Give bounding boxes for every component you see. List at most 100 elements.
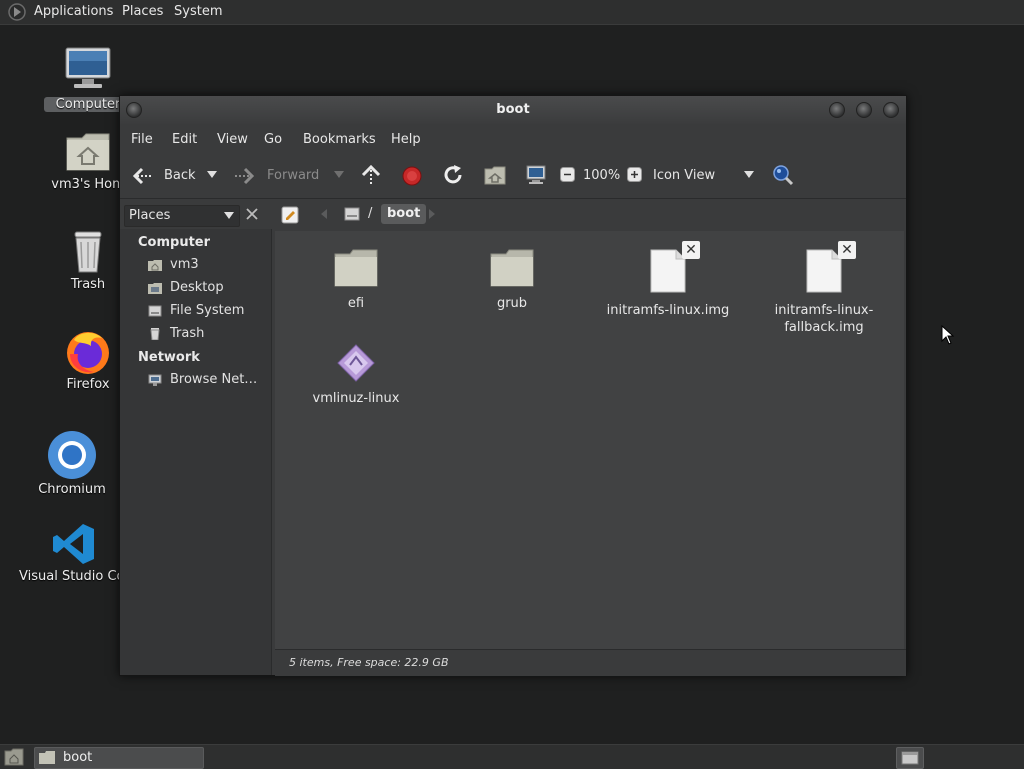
zoom-out-icon[interactable]	[560, 167, 575, 182]
workspace-switcher[interactable]	[896, 747, 924, 769]
back-arrow-icon[interactable]	[132, 166, 154, 186]
menubar: File Edit View Go Bookmarks Help	[120, 124, 906, 154]
reload-icon[interactable]	[442, 164, 464, 186]
stop-icon[interactable]	[401, 165, 423, 187]
file-item-vmlinuz-linux[interactable]: vmlinuz-linux	[286, 343, 426, 413]
desktop-icon-vscode[interactable]: Visual Studio Coc	[19, 520, 129, 586]
show-desktop-icon[interactable]	[4, 748, 24, 766]
window-titlebar[interactable]: boot	[120, 96, 906, 124]
chevron-down-icon	[224, 212, 234, 219]
top-panel: Applications Places System	[0, 0, 1024, 25]
menu-go[interactable]: Go	[264, 132, 282, 147]
taskbar-item-label: boot	[63, 750, 93, 765]
edit-location-icon[interactable]	[281, 206, 299, 224]
close-side-pane-icon[interactable]	[246, 208, 258, 220]
file-name: vmlinuz-linux	[312, 391, 400, 406]
places-sidebar: Computer vm3 Desktop File System Trash N…	[120, 229, 272, 675]
side-pane-selector-label: Places	[129, 208, 171, 223]
file-item-grub[interactable]: grub	[442, 249, 582, 319]
file-manager-window: boot File Edit View Go Bookmarks Help Ba…	[119, 95, 907, 676]
side-pane-selector[interactable]: Places	[124, 205, 240, 227]
minimize-button[interactable]	[829, 102, 845, 118]
path-crumb-current[interactable]: boot	[381, 204, 427, 224]
path-scroll-right-icon[interactable]	[428, 209, 436, 219]
sidebar-item-desktop[interactable]: Desktop	[148, 279, 272, 299]
status-text: 5 items, Free space: 22.9 GB	[289, 656, 449, 669]
file-name: efi	[347, 296, 365, 311]
file-item-initramfs-linux-fallback[interactable]: ✕ initramfs-linux- fallback.img	[754, 239, 894, 337]
computer-icon[interactable]	[525, 164, 547, 186]
file-name: initramfs-linux.img	[606, 303, 730, 318]
sidebar-item-vm3[interactable]: vm3	[148, 256, 272, 276]
document-icon	[806, 249, 842, 293]
home-folder-icon	[148, 260, 162, 271]
menu-edit[interactable]: Edit	[172, 132, 197, 147]
unreadable-emblem-icon: ✕	[682, 241, 700, 259]
document-icon	[650, 249, 686, 293]
sidebar-heading-computer: Computer	[138, 235, 211, 250]
home-icon[interactable]	[484, 165, 506, 185]
file-item-initramfs-linux[interactable]: ✕ initramfs-linux.img	[598, 239, 738, 319]
side-pane-header: Places	[120, 199, 271, 229]
drive-icon	[148, 305, 162, 317]
sidebar-heading-network: Network	[138, 350, 200, 365]
maximize-button[interactable]	[856, 102, 872, 118]
status-bar: 5 items, Free space: 22.9 GB	[275, 649, 906, 676]
chromium-icon	[48, 431, 96, 479]
zoom-level[interactable]: 100%	[583, 168, 620, 183]
sidebar-item-file-system[interactable]: File System	[148, 302, 272, 322]
view-mode-dropdown-icon[interactable]	[744, 171, 754, 179]
forward-button[interactable]: Forward	[267, 168, 319, 183]
window-title: boot	[496, 102, 530, 117]
home-folder-icon	[66, 133, 110, 171]
back-history-dropdown-icon[interactable]	[207, 171, 217, 179]
menu-bookmarks[interactable]: Bookmarks	[303, 132, 376, 147]
up-arrow-icon[interactable]	[360, 164, 382, 186]
forward-history-dropdown-icon[interactable]	[334, 171, 344, 179]
workspace-icon	[901, 751, 919, 765]
network-icon	[148, 374, 162, 386]
file-icon-view[interactable]: efi grub ✕ initramfs-linux.img ✕ initram…	[275, 231, 904, 649]
places-menu[interactable]: Places	[122, 4, 163, 19]
path-separator: /	[368, 206, 373, 221]
trash-icon	[74, 231, 102, 273]
zoom-in-icon[interactable]	[627, 167, 642, 182]
close-button[interactable]	[883, 102, 899, 118]
mouse-cursor-icon	[941, 325, 955, 345]
sidebar-item-browse-network[interactable]: Browse Net…	[148, 371, 272, 391]
bottom-panel: boot	[0, 744, 1024, 769]
file-name: grub	[496, 296, 528, 311]
computer-icon	[65, 47, 111, 88]
folder-icon	[334, 249, 378, 287]
file-item-efi[interactable]: efi	[286, 249, 426, 319]
sidebar-item-trash[interactable]: Trash	[148, 325, 272, 345]
sidebar-item-label: Browse Net…	[170, 372, 258, 387]
menu-help[interactable]: Help	[391, 132, 421, 147]
firefox-icon	[67, 332, 109, 374]
forward-arrow-icon[interactable]	[233, 166, 255, 186]
sidebar-item-label: Trash	[170, 326, 205, 341]
taskbar-item-boot[interactable]: boot	[34, 747, 204, 769]
path-scroll-left-icon[interactable]	[320, 209, 328, 219]
executable-icon	[337, 344, 375, 382]
file-name: initramfs-linux- fallback.img	[774, 303, 874, 335]
sidebar-item-label: vm3	[170, 257, 199, 272]
folder-icon	[39, 751, 55, 764]
unreadable-emblem-icon: ✕	[838, 241, 856, 259]
view-mode-select[interactable]: Icon View	[653, 168, 715, 183]
folder-icon	[490, 249, 534, 287]
location-bar: / boot	[275, 199, 906, 229]
search-icon[interactable]	[772, 164, 794, 186]
sidebar-item-label: File System	[170, 303, 245, 318]
menu-file[interactable]: File	[131, 132, 153, 147]
applications-menu[interactable]: Applications	[34, 4, 113, 19]
filesystem-root-icon[interactable]	[344, 207, 360, 221]
desktop-icon-chromium[interactable]: Chromium	[17, 430, 127, 498]
menu-logo-icon[interactable]	[8, 3, 26, 21]
trash-icon	[150, 328, 160, 340]
system-menu[interactable]: System	[174, 4, 222, 19]
back-button[interactable]: Back	[164, 168, 196, 183]
desktop-label: Chromium	[38, 482, 106, 497]
desktop-label: Visual Studio Coc	[19, 569, 120, 584]
menu-view[interactable]: View	[217, 132, 248, 147]
